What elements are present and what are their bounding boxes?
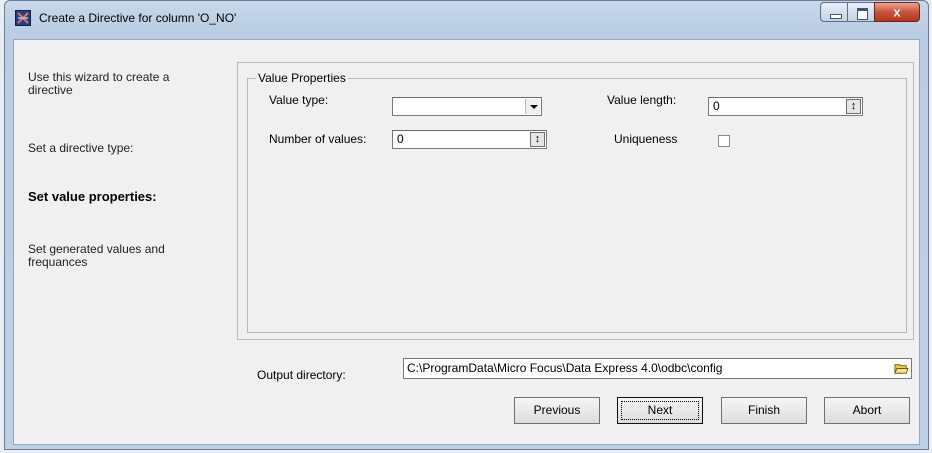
minimize-icon — [830, 14, 842, 19]
content-frame: Value Properties Value type: Number of v… — [237, 62, 914, 340]
caption-buttons: x — [820, 2, 920, 24]
maximize-icon — [857, 8, 868, 20]
app-icon — [15, 10, 31, 26]
folder-open-icon[interactable] — [894, 361, 909, 376]
focus-rectangle — [621, 401, 699, 420]
number-of-values-field[interactable]: 0 ↕ — [392, 130, 547, 149]
output-directory-field[interactable]: C:\ProgramData\Micro Focus\Data Express … — [403, 358, 912, 379]
number-of-values-value: 0 — [397, 132, 404, 146]
minimize-button[interactable] — [820, 2, 848, 22]
value-length-label: Value length: — [607, 93, 677, 107]
close-icon: x — [893, 4, 901, 20]
output-directory-path: C:\ProgramData\Micro Focus\Data Express … — [407, 361, 723, 375]
uniqueness-label: Uniqueness — [614, 132, 678, 146]
sidebar-step-directive-type: Set a directive type: — [28, 141, 134, 155]
chevron-down-icon[interactable] — [525, 99, 540, 114]
next-button[interactable]: Next — [617, 397, 703, 424]
uniqueness-checkbox[interactable] — [718, 135, 730, 147]
close-button[interactable]: x — [874, 2, 920, 22]
spinner-arrows-icon[interactable]: ↕ — [530, 132, 545, 147]
group-title: Value Properties — [256, 71, 348, 85]
sidebar-step-generated-values: Set generated values and frequances — [28, 242, 165, 269]
finish-button[interactable]: Finish — [721, 397, 807, 424]
window-title: Create a Directive for column 'O_NO' — [39, 11, 237, 25]
output-directory-label: Output directory: — [257, 368, 346, 382]
abort-button[interactable]: Abort — [824, 397, 910, 424]
previous-button[interactable]: Previous — [514, 397, 600, 424]
dialog-client-area: Use this wizard to create a directive Se… — [13, 39, 920, 445]
value-type-label: Value type: — [269, 93, 329, 107]
maximize-button[interactable] — [847, 2, 875, 22]
sidebar-step-intro: Use this wizard to create a directive — [28, 70, 170, 97]
spinner-arrows-icon[interactable]: ↕ — [846, 99, 861, 114]
sidebar-step-value-properties: Set value properties: — [28, 189, 157, 204]
wizard-window: Create a Directive for column 'O_NO' x U… — [4, 0, 929, 450]
value-properties-group: Value Properties Value type: Number of v… — [247, 71, 907, 333]
value-length-field[interactable]: 0 ↕ — [708, 97, 863, 116]
value-length-value: 0 — [713, 99, 720, 113]
value-type-dropdown[interactable] — [392, 97, 542, 116]
title-bar[interactable]: Create a Directive for column 'O_NO' x — [5, 1, 928, 35]
number-of-values-label: Number of values: — [269, 132, 367, 146]
